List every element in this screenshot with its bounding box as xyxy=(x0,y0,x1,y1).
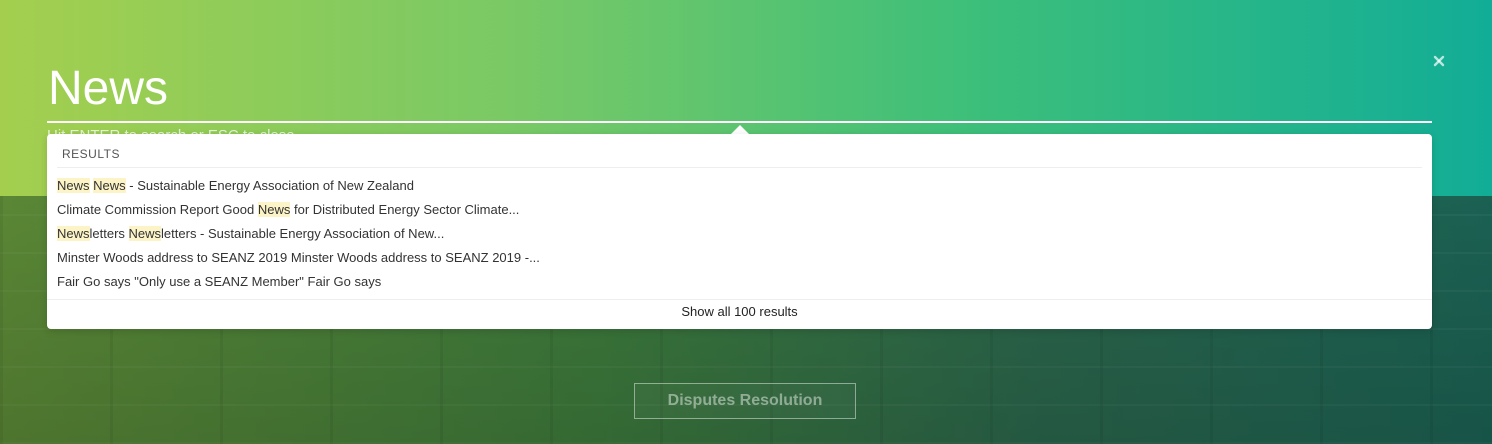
result-text: Fair Go says "Only use a SEANZ Member" F… xyxy=(57,274,382,289)
result-text: Minster Woods address to SEANZ 2019 Mins… xyxy=(57,250,540,265)
search-underline xyxy=(47,121,1432,123)
search-results-dropdown: RESULTS News News - Sustainable Energy A… xyxy=(47,134,1432,329)
results-heading: RESULTS xyxy=(62,147,120,161)
results-footer-divider xyxy=(47,299,1432,300)
result-text: for Distributed Energy Sector Climate... xyxy=(290,202,520,217)
results-pointer xyxy=(731,125,749,134)
result-item[interactable]: Fair Go says "Only use a SEANZ Member" F… xyxy=(57,270,540,294)
result-item[interactable]: Minster Woods address to SEANZ 2019 Mins… xyxy=(57,246,540,270)
result-text: - Sustainable Energy Association of New … xyxy=(125,178,414,193)
results-divider xyxy=(57,167,1422,168)
result-highlight: News xyxy=(57,178,90,193)
result-highlight: News xyxy=(257,202,291,217)
result-text: Climate Commission Report Good xyxy=(57,202,258,217)
result-highlight: News xyxy=(128,226,162,241)
result-item[interactable]: Climate Commission Report Good News for … xyxy=(57,198,540,222)
result-item[interactable]: News News - Sustainable Energy Associati… xyxy=(57,174,540,198)
result-highlight: News xyxy=(93,178,126,193)
result-text: letters - Sustainable Energy Association… xyxy=(161,226,445,241)
disputes-resolution-button[interactable]: Disputes Resolution xyxy=(634,383,856,419)
close-icon[interactable] xyxy=(1430,52,1448,70)
search-input[interactable] xyxy=(48,56,1432,120)
result-text: letters xyxy=(89,226,129,241)
result-highlight: News xyxy=(57,226,90,241)
result-item[interactable]: Newsletters Newsletters - Sustainable En… xyxy=(57,222,540,246)
results-list: News News - Sustainable Energy Associati… xyxy=(57,174,540,294)
show-all-results-link[interactable]: Show all 100 results xyxy=(47,304,1432,319)
